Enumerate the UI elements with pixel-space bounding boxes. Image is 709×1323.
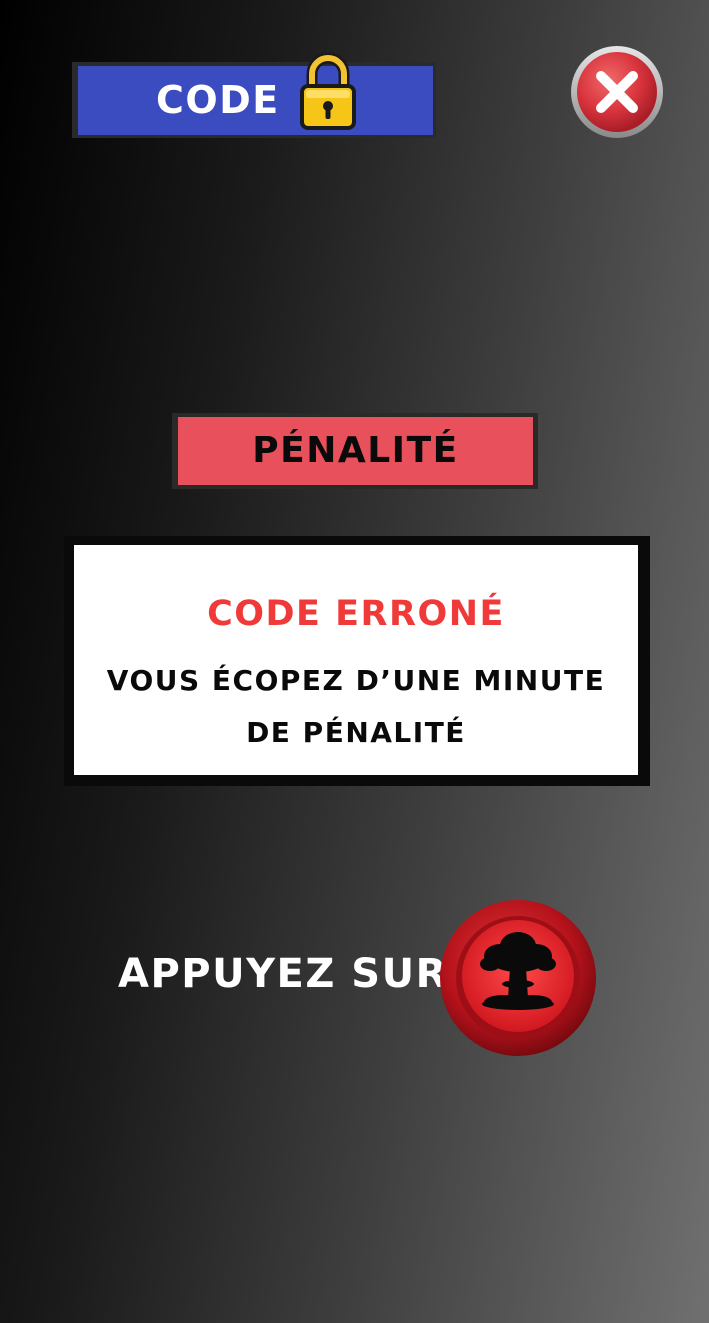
error-description-line-2: DE PÉNALITÉ <box>246 716 466 749</box>
error-description-line-1: VOUS ÉCOPEZ D’UNE MINUTE <box>106 664 606 697</box>
code-title: CODE <box>156 78 280 122</box>
error-description: VOUS ÉCOPEZ D’UNE MINUTE DE PÉNALITÉ <box>104 655 608 759</box>
code-header: CODE <box>72 52 436 138</box>
error-title: CODE ERRONÉ <box>207 594 505 634</box>
error-message-card: CODE ERRONÉ VOUS ÉCOPEZ D’UNE MINUTE DE … <box>64 536 650 786</box>
penalty-title: PÉNALITÉ <box>252 430 459 471</box>
penalty-banner: PÉNALITÉ <box>172 413 538 489</box>
nuke-button[interactable] <box>438 898 598 1058</box>
lock-icon <box>300 52 356 130</box>
press-prompt: APPUYEZ SUR <box>118 951 448 997</box>
close-button[interactable] <box>570 44 664 140</box>
